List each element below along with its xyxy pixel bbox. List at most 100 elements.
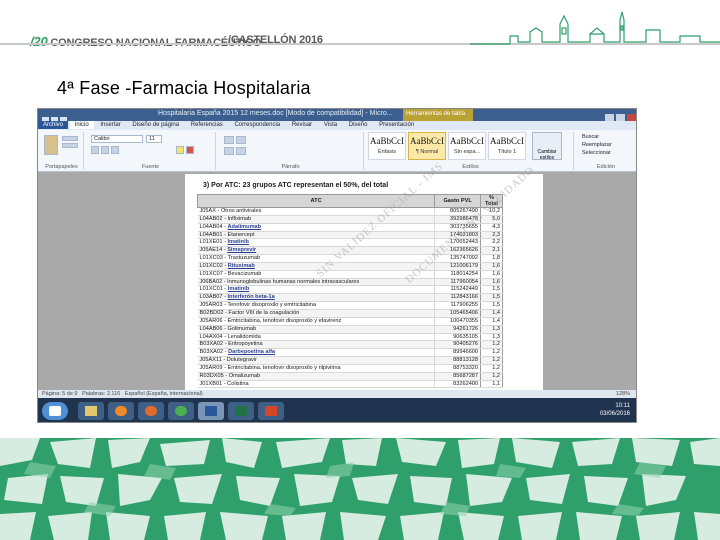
tab-references[interactable]: Referencias xyxy=(186,121,228,129)
cell-atc: L04AB02 - Infliximab xyxy=(197,215,435,224)
cell-pct: 4,3 xyxy=(480,223,503,232)
taskbar-explorer-icon[interactable] xyxy=(78,402,104,420)
drug-link[interactable]: Simeprevir xyxy=(227,247,256,253)
language-indicator[interactable]: Español (España, internacional) xyxy=(125,391,203,397)
italic-icon[interactable] xyxy=(101,146,109,154)
tab-mailings[interactable]: Correspondencia xyxy=(229,121,285,129)
replace-button[interactable]: Reemplazar xyxy=(582,142,612,148)
align-center-icon[interactable] xyxy=(236,147,246,155)
taskbar-clock[interactable]: 10:11 03/06/2016 xyxy=(600,402,630,418)
congress-number: /20 xyxy=(30,34,48,49)
tab-table-layout[interactable]: Presentación xyxy=(374,121,419,129)
drug-link[interactable]: Imatinib xyxy=(228,239,249,245)
castellon-skyline-icon xyxy=(470,11,720,45)
cell-gasto: 135747092 xyxy=(434,254,481,263)
drug-link[interactable]: Interferón beta-1a xyxy=(228,294,275,300)
paste-icon[interactable] xyxy=(44,135,58,155)
cell-gasto: 90405276 xyxy=(434,340,481,350)
cell-gasto: 118014254 xyxy=(434,270,481,279)
cell-atc: L01XC01 - Imatinib xyxy=(197,285,435,295)
cell-gasto: 100470355 xyxy=(434,317,481,326)
drug-link[interactable]: Imatinib xyxy=(228,286,249,292)
taskbar-powerpoint-icon[interactable] xyxy=(258,402,284,420)
start-button[interactable] xyxy=(42,402,68,420)
paragraph-group-label: Párrafo xyxy=(281,164,300,170)
table-row: L04AB06 - Golimumab 94261726 1,3 xyxy=(197,325,503,334)
taskbar-word-icon[interactable] xyxy=(198,402,224,420)
underline-icon[interactable] xyxy=(111,146,119,154)
taskbar-firefox-icon[interactable] xyxy=(138,402,164,420)
cut-icon[interactable] xyxy=(62,136,78,141)
cell-atc: L04AB06 - Golimumab xyxy=(197,325,435,334)
drug-link[interactable]: Adalimumab xyxy=(228,224,262,230)
paragraph-group: Párrafo xyxy=(218,132,364,170)
taskbar-excel-icon[interactable] xyxy=(228,402,254,420)
page-count[interactable]: Página: 5 de 9 xyxy=(42,391,77,397)
cell-gasto: 90635105 xyxy=(434,333,481,342)
table-row: J01XB01 - Colistina 83262400 1,1 xyxy=(197,380,503,389)
word-count[interactable]: Palabras: 2.116 xyxy=(82,391,120,397)
cell-atc: J05AR03 - Tenofovir disoproxilo y emtric… xyxy=(197,301,435,310)
cell-gasto: 105465406 xyxy=(434,309,481,318)
font-color-icon[interactable] xyxy=(186,146,194,154)
copy-icon[interactable] xyxy=(62,143,78,148)
table-row: J05AX - Otros antivirales 805267490 10,2 xyxy=(197,207,503,216)
cell-gasto: 112843166 xyxy=(434,293,481,303)
font-name-select[interactable]: Calibri xyxy=(91,135,143,143)
document-area[interactable]: 3) Por ATC: 23 grupos ATC representan el… xyxy=(38,160,636,406)
cell-gasto: 115242449 xyxy=(434,285,481,295)
cell-pct: 1,3 xyxy=(480,333,503,342)
cell-gasto: 174031803 xyxy=(434,231,481,240)
word-window: Hospitalaria España 2015 12 meses.doc [M… xyxy=(37,108,637,423)
drug-link[interactable]: Rituximab xyxy=(228,263,255,269)
numbering-icon[interactable] xyxy=(236,136,246,144)
taskbar-media-icon[interactable] xyxy=(108,402,134,420)
highlight-icon[interactable] xyxy=(176,146,184,154)
decorative-footer xyxy=(0,438,720,540)
tab-home[interactable]: Inicio xyxy=(69,121,94,129)
editing-group-label: Edición xyxy=(596,164,616,170)
zoom-level[interactable]: 128% xyxy=(616,390,630,398)
bold-icon[interactable] xyxy=(91,146,99,154)
cell-atc: J01XB01 - Colistina xyxy=(197,380,435,389)
cell-atc: J05AR06 - Emtricitabina, tenofovir disop… xyxy=(197,317,435,326)
column-header-gasto: Gasto PVL xyxy=(434,194,482,208)
cell-atc: R03DX05 - Omalizumab xyxy=(197,372,435,381)
bullets-icon[interactable] xyxy=(224,136,234,144)
document-page[interactable]: 3) Por ATC: 23 grupos ATC representan el… xyxy=(185,160,543,406)
clipboard-group-label: Portapapeles xyxy=(45,164,78,170)
tab-view[interactable]: Vista xyxy=(319,121,342,129)
find-button[interactable]: Buscar xyxy=(582,134,599,140)
cell-pct: 1,4 xyxy=(480,317,503,326)
slide-header: /20 CONGRESO NACIONAL FARMACÉUTICO /CAST… xyxy=(0,0,720,58)
cell-atc: B02BD02 - Factor VIII de la coagulación xyxy=(197,309,435,318)
drug-link[interactable]: Darbepoetina alfa xyxy=(228,349,275,355)
cell-pct: 1,5 xyxy=(480,285,503,295)
font-size-select[interactable]: 11 xyxy=(146,135,162,143)
ribbon: Portapapeles Calibri 11 Fuente Párrafo A… xyxy=(38,130,636,172)
cell-atc: L01XC02 - Rituximab xyxy=(197,262,435,271)
editing-group: Buscar Reemplazar Seleccionar Edición xyxy=(576,132,636,170)
taskbar-chrome-icon[interactable] xyxy=(168,402,194,420)
cell-pct: 1,2 xyxy=(480,356,503,365)
status-bar: Página: 5 de 9 Palabras: 2.116 Español (… xyxy=(38,390,636,398)
tab-table-design[interactable]: Diseño xyxy=(344,121,373,129)
font-group-label: Fuente xyxy=(141,164,160,170)
table-row: J05AE14 - Simeprevir 162365626 2,1 xyxy=(197,246,503,256)
select-button[interactable]: Seleccionar xyxy=(582,150,611,156)
slide-title: 4ª Fase -Farmacia Hospitalaria xyxy=(57,78,311,98)
align-left-icon[interactable] xyxy=(224,147,234,155)
cell-pct: 1,8 xyxy=(480,254,503,263)
cell-pct: 1,6 xyxy=(480,278,503,287)
cell-pct: 2,2 xyxy=(480,238,503,248)
table-row: J05AR06 - Emtricitabina, tenofovir disop… xyxy=(197,317,503,326)
cell-pct: 2,1 xyxy=(480,246,503,256)
tab-review[interactable]: Revisar xyxy=(287,121,317,129)
table-row: L03AB07 - Interferón beta-1a 112843166 1,5 xyxy=(197,293,503,303)
tab-insert[interactable]: Insertar xyxy=(95,121,125,129)
cell-pct: 1,2 xyxy=(480,348,503,358)
tab-page-layout[interactable]: Diseño de página xyxy=(127,121,184,129)
tab-file[interactable]: Archivo xyxy=(38,121,69,129)
table-row: J05AX11 - Dolutegravir 88813128 1,2 xyxy=(197,356,503,365)
table-row: B03XA02 - Darbepoetina alfa 89946600 1,2 xyxy=(197,348,503,358)
